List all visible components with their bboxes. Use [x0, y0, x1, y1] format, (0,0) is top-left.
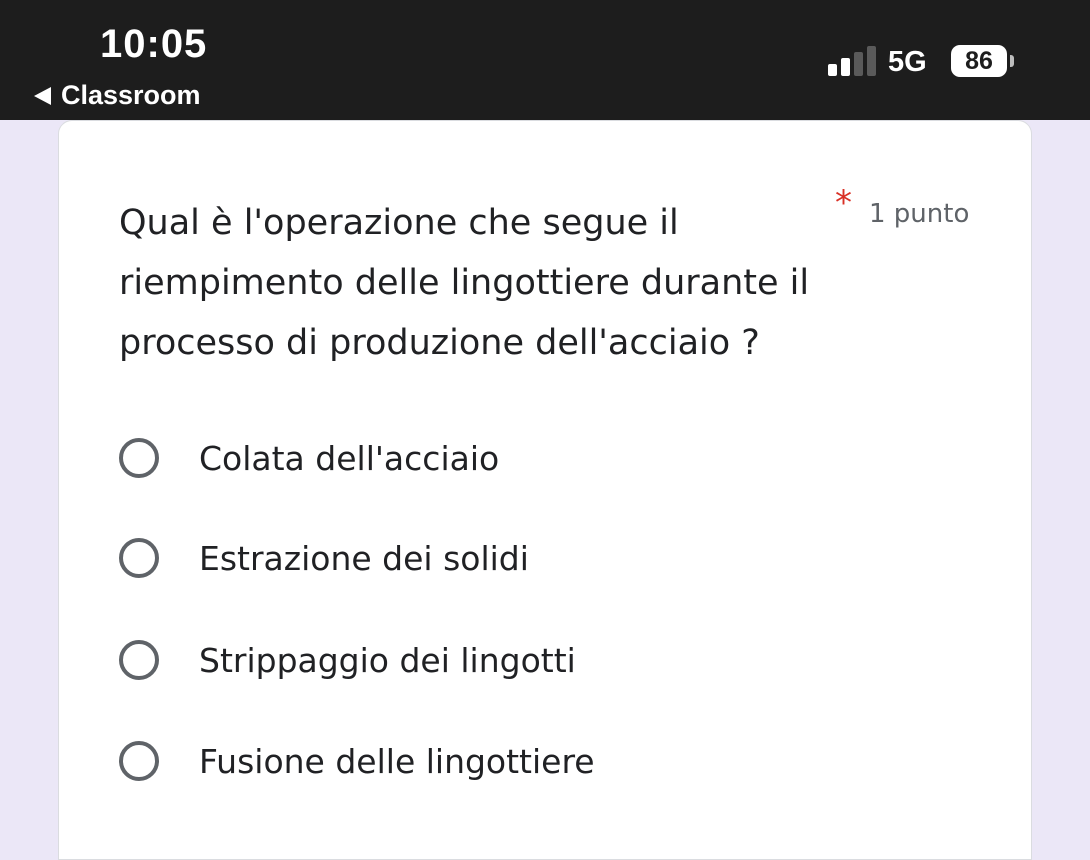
- signal-bars-icon: [828, 46, 876, 76]
- signal-bar: [867, 46, 876, 76]
- back-arrow-icon: [34, 86, 51, 105]
- option-label: Fusione delle lingottiere: [199, 741, 595, 781]
- radio-button-icon[interactable]: [119, 538, 159, 578]
- radio-option-strippaggio[interactable]: Strippaggio dei lingotti: [119, 635, 576, 685]
- option-label: Estrazione dei solidi: [199, 538, 529, 578]
- signal-bar: [841, 58, 850, 76]
- radio-button-icon[interactable]: [119, 438, 159, 478]
- radio-button-icon[interactable]: [119, 640, 159, 680]
- network-type: 5G: [888, 46, 927, 78]
- option-label: Strippaggio dei lingotti: [199, 640, 576, 680]
- question-card: Qual è l'operazione che segue il riempim…: [58, 120, 1032, 860]
- status-time: 10:05: [100, 22, 208, 66]
- question-text: Qual è l'operazione che segue il riempim…: [119, 203, 810, 363]
- battery-icon: 86: [951, 45, 1007, 77]
- signal-bar: [854, 52, 863, 76]
- radio-option-colata[interactable]: Colata dell'acciaio: [119, 433, 499, 483]
- signal-bar: [828, 64, 837, 76]
- radio-option-fusione[interactable]: Fusione delle lingottiere: [119, 736, 595, 786]
- status-bar: 10:05 Classroom 5G 86: [0, 0, 1090, 120]
- battery-tip: [1010, 55, 1014, 67]
- points-label: 1 punto: [869, 199, 970, 229]
- back-to-classroom-link[interactable]: Classroom: [34, 80, 201, 111]
- radio-button-icon[interactable]: [119, 741, 159, 781]
- required-asterisk: *: [835, 183, 852, 223]
- back-link-label: Classroom: [61, 80, 201, 110]
- battery-level: 86: [965, 47, 993, 75]
- radio-option-estrazione[interactable]: Estrazione dei solidi: [119, 533, 529, 583]
- option-label: Colata dell'acciaio: [199, 438, 500, 478]
